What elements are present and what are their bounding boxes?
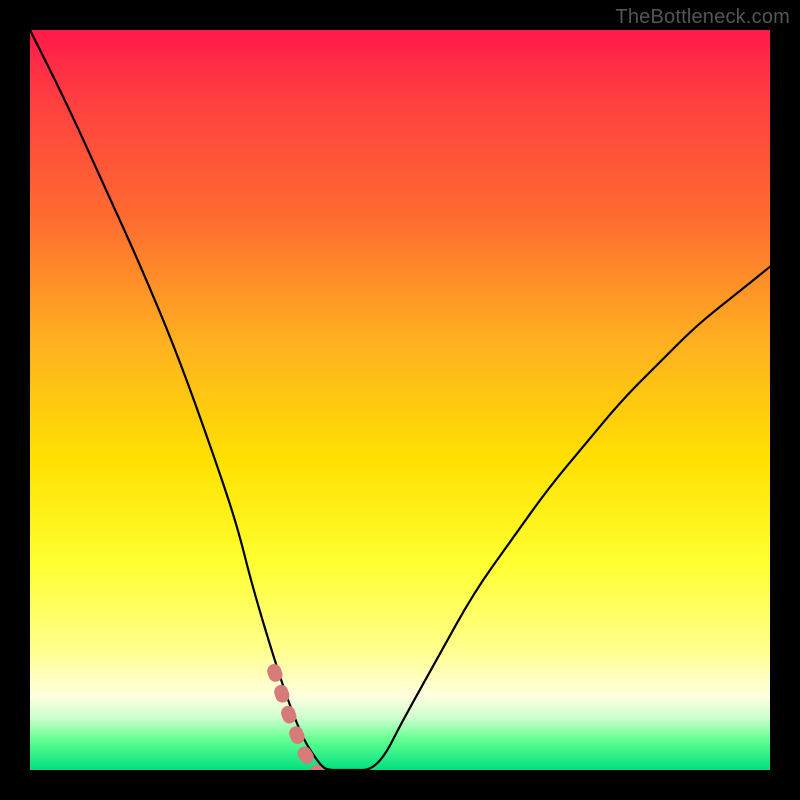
chart-svg xyxy=(30,30,770,770)
valley-marker-path xyxy=(274,671,370,770)
plot-area xyxy=(30,30,770,770)
chart-frame: TheBottleneck.com xyxy=(0,0,800,800)
bottleneck-curve-path xyxy=(30,30,770,770)
watermark-text: TheBottleneck.com xyxy=(615,6,790,29)
